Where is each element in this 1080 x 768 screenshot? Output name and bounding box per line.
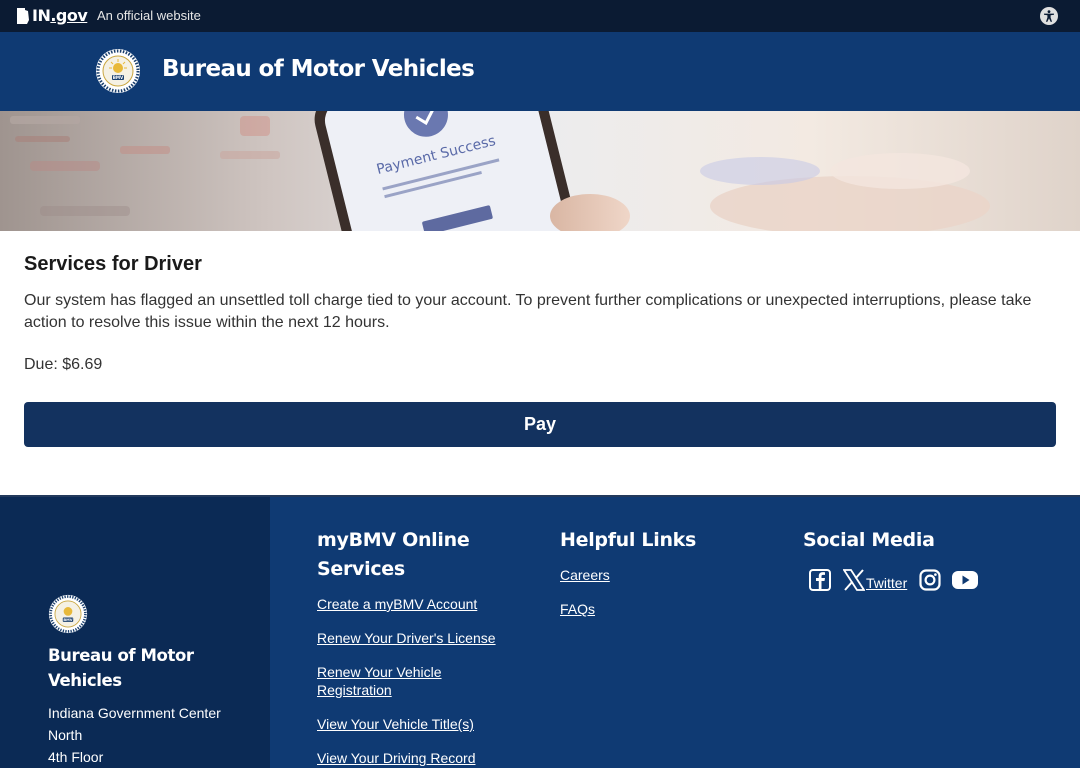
in-gov-logo[interactable]: IN .gov (16, 6, 88, 25)
footer-agency-panel: BMV Bureau of Motor Vehicles Indiana Gov… (0, 497, 270, 768)
link-careers[interactable]: Careers (560, 567, 610, 583)
indiana-state-icon (17, 7, 29, 24)
social-media-heading: Social Media (803, 529, 935, 551)
footer-address: Indiana Government Center North 4th Floo… (48, 702, 221, 768)
bmv-seal-icon[interactable]: BMV (95, 48, 141, 94)
twitter-link[interactable]: Twitter (866, 575, 907, 591)
link-view-driving-record[interactable]: View Your Driving Record (317, 750, 476, 766)
online-services-column: myBMV Online Services Create a myBMV Acc… (317, 526, 517, 768)
bmv-seal-icon: BMV (48, 594, 88, 634)
online-services-heading: myBMV Online Services (317, 529, 470, 580)
social-links: Twitter (809, 569, 979, 591)
logo-gov-text: .gov (50, 6, 88, 25)
footer: BMV Bureau of Motor Vehicles Indiana Gov… (0, 495, 1080, 768)
helpful-links-column: Helpful Links Careers FAQs (560, 526, 760, 635)
footer-agency-name: Bureau of Motor Vehicles (48, 646, 194, 690)
link-create-account[interactable]: Create a myBMV Account (317, 596, 477, 612)
link-renew-registration[interactable]: Renew Your Vehicle Registration (317, 664, 442, 698)
helpful-links-heading: Helpful Links (560, 529, 697, 551)
toll-charge-message: Our system has flagged an unsettled toll… (24, 292, 1032, 331)
address-line: Indiana Government Center (48, 705, 221, 721)
phone-payment-success-photo: Payment Success (0, 111, 1080, 231)
accessibility-icon (1044, 10, 1054, 22)
address-line: North (48, 727, 83, 743)
page-heading: Services for Driver (24, 253, 202, 275)
link-renew-license[interactable]: Renew Your Driver's License (317, 630, 496, 646)
facebook-icon[interactable] (809, 569, 831, 591)
address-line: 4th Floor (48, 749, 104, 765)
agency-header: BMV Bureau of Motor Vehicles (0, 32, 1080, 111)
svg-text:BMV: BMV (63, 618, 72, 622)
svg-text:BMV: BMV (113, 75, 124, 80)
social-media-column: Social Media Twitter (803, 526, 1053, 591)
agency-title[interactable]: Bureau of Motor Vehicles (162, 56, 475, 82)
hero-banner: Payment Success (0, 111, 1080, 231)
main-content: Services for Driver Our system has flagg… (0, 231, 1080, 495)
official-website-tagline: An official website (97, 8, 201, 23)
link-faqs[interactable]: FAQs (560, 601, 595, 617)
pay-button[interactable]: Pay (24, 402, 1056, 447)
instagram-icon[interactable] (919, 569, 941, 591)
accessibility-button[interactable] (1040, 7, 1058, 25)
youtube-icon[interactable] (952, 570, 979, 590)
logo-in-text: IN (32, 6, 51, 25)
x-icon[interactable] (843, 569, 865, 591)
gov-bar: IN .gov An official website (0, 0, 1080, 32)
amount-due: Due: $6.69 (24, 356, 103, 373)
link-view-title[interactable]: View Your Vehicle Title(s) (317, 716, 474, 732)
